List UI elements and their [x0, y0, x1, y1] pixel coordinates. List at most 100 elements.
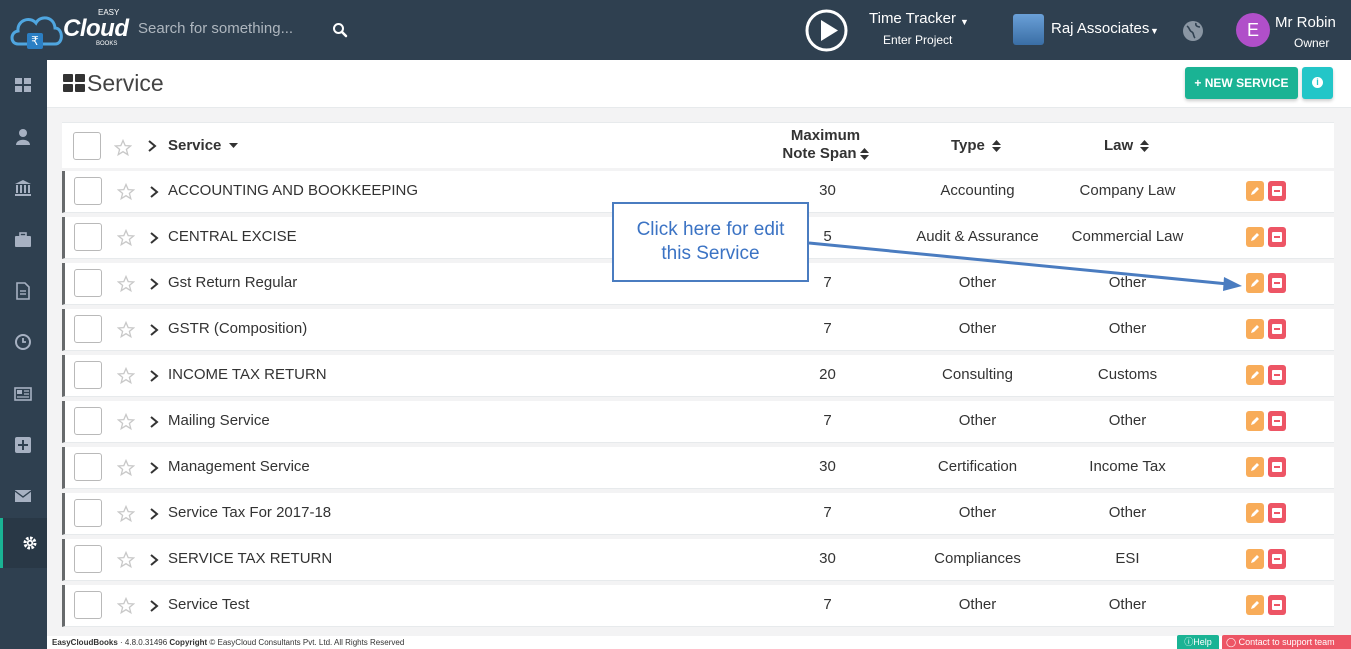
sidebar-item-time[interactable] — [0, 317, 47, 367]
service-name[interactable]: Gst Return Regular — [168, 274, 297, 291]
edit-button[interactable] — [1246, 457, 1264, 477]
row-checkbox[interactable] — [74, 269, 102, 297]
service-name[interactable]: Mailing Service — [168, 412, 270, 429]
table-row[interactable]: INCOME TAX RETURN 20 Consulting Customs — [62, 355, 1334, 397]
edit-button[interactable] — [1246, 549, 1264, 569]
row-checkbox[interactable] — [74, 407, 102, 435]
chevron-right-icon[interactable] — [149, 231, 159, 245]
star-icon[interactable] — [117, 367, 135, 385]
edit-button[interactable] — [1246, 319, 1264, 339]
row-checkbox[interactable] — [74, 545, 102, 573]
column-header-service[interactable]: Service — [168, 137, 238, 154]
delete-button[interactable] — [1268, 273, 1286, 293]
enter-project-label[interactable]: Enter Project — [883, 33, 952, 47]
time-tracker-label[interactable]: Time Tracker — [869, 10, 956, 27]
star-icon[interactable] — [117, 551, 135, 569]
delete-button[interactable] — [1268, 457, 1286, 477]
row-checkbox[interactable] — [74, 177, 102, 205]
chevron-right-icon[interactable] — [149, 461, 159, 475]
chevron-right-icon[interactable] — [149, 185, 159, 199]
delete-button[interactable] — [1268, 319, 1286, 339]
play-timer-icon[interactable] — [805, 9, 848, 52]
contact-support-button[interactable]: ◯ Contact to support team — [1222, 635, 1351, 649]
row-checkbox[interactable] — [74, 223, 102, 251]
table-row[interactable]: SERVICE TAX RETURN 30 Compliances ESI — [62, 539, 1334, 581]
service-name[interactable]: Management Service — [168, 458, 310, 475]
star-icon[interactable] — [117, 183, 135, 201]
service-name[interactable]: ACCOUNTING AND BOOKKEEPING — [168, 182, 418, 199]
star-icon[interactable] — [117, 459, 135, 477]
star-icon[interactable] — [117, 597, 135, 615]
delete-button[interactable] — [1268, 227, 1286, 247]
edit-button[interactable] — [1246, 595, 1264, 615]
sidebar-item-bank[interactable] — [0, 163, 47, 213]
row-checkbox[interactable] — [74, 499, 102, 527]
table-row[interactable]: GSTR (Composition) 7 Other Other — [62, 309, 1334, 351]
delete-button[interactable] — [1268, 365, 1286, 385]
edit-button[interactable] — [1246, 181, 1264, 201]
organization-name[interactable]: Raj Associates — [1051, 20, 1149, 37]
service-name[interactable]: GSTR (Composition) — [168, 320, 307, 337]
column-header-law[interactable]: Law — [1104, 137, 1150, 154]
select-all-checkbox[interactable] — [73, 132, 101, 160]
help-button[interactable]: ⓘHelp — [1177, 635, 1219, 649]
new-service-button[interactable]: + NEW SERVICE — [1185, 67, 1298, 99]
chevron-right-icon[interactable] — [149, 323, 159, 337]
caret-down-icon[interactable]: ▼ — [1150, 26, 1159, 36]
star-icon[interactable] — [117, 321, 135, 339]
star-icon[interactable] — [117, 275, 135, 293]
service-name[interactable]: INCOME TAX RETURN — [168, 366, 327, 383]
row-checkbox[interactable] — [74, 453, 102, 481]
info-button[interactable]: i — [1302, 67, 1333, 99]
sidebar-item-add[interactable] — [0, 420, 47, 470]
organization-avatar[interactable] — [1013, 14, 1044, 45]
sidebar-item-news[interactable] — [0, 369, 47, 419]
sidebar-item-documents[interactable] — [0, 266, 47, 316]
service-name[interactable]: Service Tax For 2017-18 — [168, 504, 331, 521]
edit-button[interactable] — [1246, 411, 1264, 431]
delete-button[interactable] — [1268, 503, 1286, 523]
edit-button[interactable] — [1246, 227, 1264, 247]
globe-icon[interactable] — [1182, 20, 1204, 42]
column-header-max-note-span[interactable]: Maximum Note Span — [778, 127, 873, 163]
table-row[interactable]: Mailing Service 7 Other Other — [62, 401, 1334, 443]
service-name[interactable]: CENTRAL EXCISE — [168, 228, 297, 245]
table-row[interactable]: Service Test 7 Other Other — [62, 585, 1334, 627]
chevron-right-icon[interactable] — [147, 139, 157, 153]
caret-down-icon[interactable]: ▼ — [960, 17, 969, 27]
delete-button[interactable] — [1268, 595, 1286, 615]
easycloud-logo[interactable]: ₹ EASY Cloud BOOKS — [8, 6, 129, 52]
chevron-right-icon[interactable] — [149, 277, 159, 291]
search-input[interactable] — [138, 20, 318, 37]
service-name[interactable]: SERVICE TAX RETURN — [168, 550, 332, 567]
row-checkbox[interactable] — [74, 361, 102, 389]
sidebar-item-briefcase[interactable] — [0, 215, 47, 265]
user-avatar[interactable]: E — [1236, 13, 1270, 47]
chevron-right-icon[interactable] — [149, 369, 159, 383]
delete-button[interactable] — [1268, 549, 1286, 569]
star-icon[interactable] — [114, 139, 132, 157]
search-icon[interactable] — [332, 22, 348, 38]
service-name[interactable]: Service Test — [168, 596, 249, 613]
chevron-right-icon[interactable] — [149, 553, 159, 567]
row-checkbox[interactable] — [74, 591, 102, 619]
star-icon[interactable] — [117, 229, 135, 247]
edit-button[interactable] — [1246, 273, 1264, 293]
column-header-type[interactable]: Type — [951, 137, 1002, 154]
sidebar-item-dashboard[interactable] — [0, 60, 47, 110]
star-icon[interactable] — [117, 413, 135, 431]
sidebar-item-mail[interactable] — [0, 471, 47, 521]
edit-button[interactable] — [1246, 365, 1264, 385]
table-row[interactable]: Management Service 30 Certification Inco… — [62, 447, 1334, 489]
user-name[interactable]: Mr Robin — [1275, 14, 1336, 31]
sidebar-item-users[interactable] — [0, 112, 47, 162]
chevron-right-icon[interactable] — [149, 415, 159, 429]
delete-button[interactable] — [1268, 411, 1286, 431]
table-row[interactable]: Service Tax For 2017-18 7 Other Other — [62, 493, 1334, 535]
chevron-right-icon[interactable] — [149, 599, 159, 613]
row-checkbox[interactable] — [74, 315, 102, 343]
star-icon[interactable] — [117, 505, 135, 523]
chevron-right-icon[interactable] — [149, 507, 159, 521]
edit-button[interactable] — [1246, 503, 1264, 523]
delete-button[interactable] — [1268, 181, 1286, 201]
